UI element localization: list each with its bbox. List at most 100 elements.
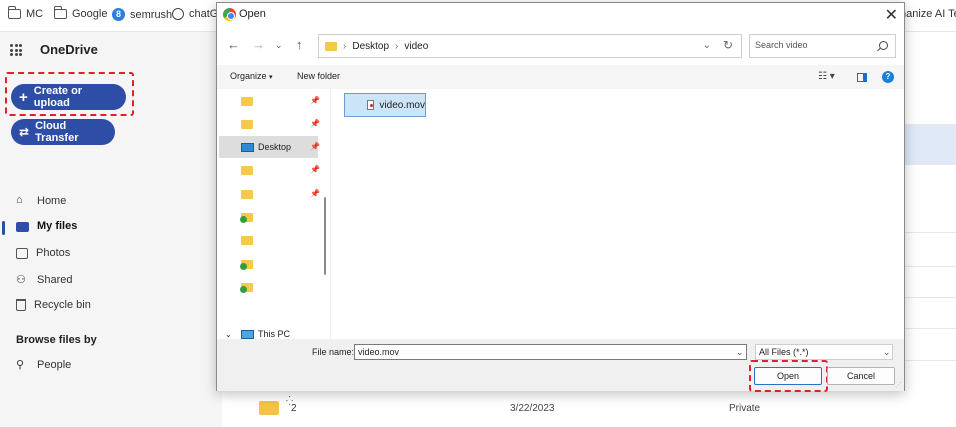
row-name: 2 [291, 403, 297, 414]
home-icon: ⌂ [16, 194, 23, 206]
row-date: 3/22/2023 [510, 403, 555, 414]
address-bar[interactable]: › Desktop › video ⌄ ↻ [318, 34, 742, 58]
dialog-title: Open [239, 8, 266, 20]
bookmark-semrush[interactable]: 8 semrush [112, 8, 172, 21]
shared-icon: ⚇ [16, 274, 26, 286]
nav-recycle-bin[interactable]: Recycle bin [16, 299, 91, 311]
plus-icon: + [19, 88, 28, 106]
tree-item-desktop[interactable]: Desktop 📌 [219, 136, 320, 158]
breadcrumb-desktop[interactable]: Desktop [352, 41, 389, 52]
folder-icon [241, 189, 253, 199]
navigation-pane: 📌 📌 Desktop 📌 📌 📌 ⌄ This PC [217, 89, 330, 339]
bookmark-label: MC [26, 8, 44, 20]
pin-icon: 📌 [310, 119, 320, 128]
chatgpt-icon [172, 8, 184, 20]
folder-icon [8, 6, 21, 19]
nav-people[interactable]: ⚲ People [16, 358, 71, 372]
tree-item[interactable] [219, 253, 318, 275]
organize-label: Organize [230, 71, 267, 81]
folder-icon [16, 222, 29, 232]
brand-title: OneDrive [40, 42, 98, 57]
tree-item[interactable] [219, 229, 318, 251]
nav-shared[interactable]: ⚇ Shared [16, 273, 72, 287]
tree-scrollbar[interactable] [324, 197, 326, 275]
app-launcher-icon[interactable] [10, 44, 22, 56]
chrome-icon [223, 8, 236, 21]
nav-home[interactable]: ⌂ Home [16, 194, 66, 207]
bookmark-mc[interactable]: MC [8, 6, 44, 20]
help-icon[interactable]: ? [882, 71, 894, 83]
recent-dropdown-icon[interactable]: ⌄ [275, 40, 283, 51]
onedrive-sidebar: OneDrive + Create or upload ⇄ Cloud Tran… [0, 32, 222, 427]
nav-label: Recycle bin [34, 299, 91, 311]
close-icon[interactable]: ✕ [885, 5, 898, 25]
new-folder-button[interactable]: New folder [297, 71, 340, 81]
pin-icon: 📌 [310, 142, 320, 151]
bookmark-overflow[interactable]: nanize AI Text [900, 8, 956, 20]
recycle-bin-icon [16, 299, 26, 311]
pin-icon: 📌 [310, 96, 320, 105]
folder-icon [325, 41, 337, 51]
tree-item[interactable]: 📌 [219, 90, 320, 112]
pin-icon: 📌 [310, 165, 320, 174]
dialog-navbar: ← → ⌄ ↑ › Desktop › video ⌄ ↻ [217, 27, 904, 65]
forward-arrow-icon[interactable]: → [252, 37, 265, 52]
nav-my-files[interactable]: My files [16, 220, 77, 232]
tree-item[interactable]: 📌 [219, 113, 320, 135]
search-input[interactable] [755, 40, 870, 50]
selected-row [902, 124, 956, 164]
file-list: video.mov [331, 89, 904, 339]
up-arrow-icon[interactable]: ↑ [296, 37, 303, 52]
folder-icon [241, 165, 253, 175]
file-type-select[interactable]: All Files (*.*) [755, 344, 893, 360]
cloud-transfer-button[interactable]: ⇄ Cloud Transfer [11, 119, 115, 145]
chevron-right-icon: › [343, 40, 347, 52]
search-icon[interactable] [879, 41, 888, 50]
chevron-down-icon[interactable]: ⌄ [703, 40, 711, 51]
tree-label: Desktop [258, 142, 292, 152]
file-name: video.mov [379, 99, 425, 111]
folder-icon [241, 119, 253, 129]
folder-icon [259, 401, 279, 415]
file-item-video[interactable]: video.mov [344, 93, 426, 117]
nav-label: My files [37, 220, 78, 232]
folder-sync-icon [240, 282, 253, 293]
chevron-down-icon[interactable]: ⌄ [736, 347, 744, 358]
create-upload-button[interactable]: + Create or upload [11, 84, 126, 110]
row-access: Private [729, 403, 761, 414]
resize-grip-icon[interactable]: ⋰ [895, 381, 902, 389]
table-row[interactable]: ⁛ 2 3/22/2023 Private [222, 390, 956, 427]
tree-item[interactable] [219, 276, 318, 298]
search-box[interactable] [749, 34, 896, 58]
dialog-titlebar: Open ✕ [217, 3, 904, 27]
active-indicator [2, 221, 5, 235]
folder-icon [241, 96, 253, 106]
bookmark-label: semrush [130, 8, 173, 21]
organize-menu[interactable]: Organize ▾ [230, 71, 273, 81]
cancel-button[interactable]: Cancel [827, 367, 895, 385]
command-bar: Organize ▾ New folder ☷ ▾ ? [217, 65, 904, 89]
back-arrow-icon[interactable]: ← [227, 37, 240, 52]
file-name-label: File name: [312, 347, 355, 357]
open-file-dialog: Open ✕ ← → ⌄ ↑ › Desktop › video ⌄ ↻ Org… [216, 2, 905, 392]
open-button[interactable]: Open [754, 367, 822, 385]
chevron-right-icon: › [395, 40, 399, 52]
bookmark-google[interactable]: Google [54, 6, 107, 20]
tree-item[interactable]: 📌 [219, 183, 320, 205]
tree-item[interactable]: 📌 [219, 159, 320, 181]
file-name-input[interactable]: video.mov [354, 344, 747, 360]
transfer-icon: ⇄ [19, 125, 30, 139]
tree-item[interactable] [219, 206, 318, 228]
refresh-icon[interactable]: ↻ [723, 38, 733, 52]
preview-pane-icon[interactable] [857, 73, 867, 82]
person-icon: ⚲ [16, 359, 25, 371]
pin-icon: 📌 [310, 189, 320, 198]
chevron-down-icon: ▾ [269, 74, 273, 81]
chevron-down-icon[interactable]: ⌄ [883, 347, 891, 358]
nav-photos[interactable]: Photos [16, 247, 70, 259]
bookmark-label: nanize AI Text [900, 8, 956, 20]
nav-label: Photos [36, 247, 71, 259]
view-options-icon[interactable]: ☷ ▾ [818, 71, 835, 82]
breadcrumb-video[interactable]: video [404, 41, 428, 52]
photo-icon [16, 247, 28, 259]
